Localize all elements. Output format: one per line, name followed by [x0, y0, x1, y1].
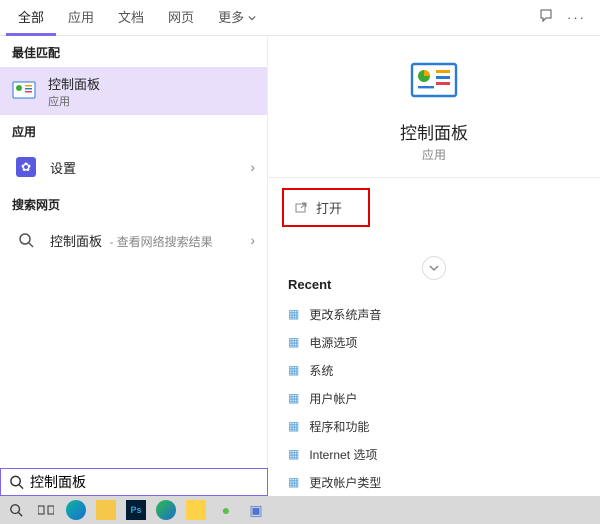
best-match-sub: 应用	[48, 93, 100, 109]
chevron-right-icon: ›	[250, 232, 255, 248]
wechat-icon[interactable]: ●	[216, 500, 236, 520]
recent-item-label: 程序和功能	[309, 418, 369, 435]
tab-all[interactable]: 全部	[6, 0, 56, 36]
panel-item-icon: ▦	[288, 419, 299, 433]
search-web-item[interactable]: 控制面板 - 查看网络搜索结果 ›	[0, 219, 267, 261]
search-web-label: 控制面板	[50, 234, 102, 249]
control-panel-icon	[10, 77, 38, 105]
tool-icon[interactable]: ▣	[246, 500, 266, 520]
tab-more-label: 更多	[218, 10, 244, 25]
best-match-title: 控制面板	[48, 74, 100, 93]
ps-icon[interactable]: Ps	[126, 500, 146, 520]
recent-item-label: 电源选项	[309, 334, 357, 351]
top-tabs: 全部 应用 文档 网页 更多 ···	[0, 0, 600, 36]
recent-list: ▦ 更改系统声音 ▦ 电源选项 ▦ 系统 ▦ 用户帐户 ▦ 程序和功能 ▦ Internet 选项 ▦ 更…	[268, 300, 600, 496]
open-label: 打开	[316, 198, 342, 217]
app1-icon[interactable]	[186, 500, 206, 520]
recent-item[interactable]: ▦ 电源选项	[268, 328, 600, 356]
panel-item-icon: ▦	[288, 447, 299, 461]
search-web-heading: 搜索网页	[0, 188, 267, 219]
details-title: 控制面板	[400, 119, 468, 144]
open-button[interactable]: 打开	[282, 188, 370, 227]
feedback-icon[interactable]	[539, 8, 555, 27]
details-panel: 控制面板 应用 打开 Recent ▦更改系统声音▦电源选项▦系统▦用户帐户▦程…	[268, 36, 600, 496]
chevron-down-icon	[248, 10, 256, 25]
explorer-icon[interactable]	[96, 500, 116, 520]
settings-label: 设置	[50, 158, 250, 177]
recent-item[interactable]: ▦ Internet 选项	[268, 440, 600, 468]
edge-icon[interactable]	[66, 500, 86, 520]
task-view-icon[interactable]	[36, 500, 56, 520]
tab-more[interactable]: 更多	[206, 0, 268, 36]
search-bar[interactable]	[0, 468, 268, 496]
recent-item-label: 更改帐户类型	[309, 474, 381, 491]
taskbar: Ps ● ▣	[0, 496, 600, 524]
search-icon	[12, 226, 40, 254]
apps-heading: 应用	[0, 115, 267, 146]
search-web-hint: - 查看网络搜索结果	[106, 235, 213, 249]
search-icon	[9, 474, 24, 490]
gear-icon: ✿	[16, 157, 36, 177]
best-match-item[interactable]: 控制面板 应用	[0, 67, 267, 115]
recent-item[interactable]: ▦ 程序和功能	[268, 412, 600, 440]
chevron-right-icon: ›	[250, 159, 255, 175]
best-match-heading: 最佳匹配	[0, 36, 267, 67]
browser-icon[interactable]	[156, 500, 176, 520]
search-input[interactable]	[24, 474, 259, 490]
recent-item[interactable]: ▦ 系统	[268, 356, 600, 384]
recent-item[interactable]: ▦ 更改系统声音	[268, 300, 600, 328]
recent-item-label: Internet 选项	[309, 446, 377, 463]
collapse-icon[interactable]	[422, 256, 446, 280]
recent-item[interactable]: ▦ 用户帐户	[268, 384, 600, 412]
recent-item-label: 用户帐户	[309, 390, 357, 407]
left-panel: 最佳匹配 控制面板 应用 应用 ✿ 设置 › 搜索网页 控制面板 - 查看网络搜…	[0, 36, 268, 496]
recent-item-label: 系统	[309, 362, 333, 379]
tab-web[interactable]: 网页	[156, 0, 206, 36]
recent-item-label: 更改系统声音	[309, 306, 381, 323]
control-panel-icon	[410, 58, 458, 109]
open-icon	[294, 201, 308, 215]
panel-item-icon: ▦	[288, 307, 299, 321]
tab-apps[interactable]: 应用	[56, 0, 106, 36]
panel-item-icon: ▦	[288, 363, 299, 377]
recent-item[interactable]: ▦ 更改帐户类型	[268, 468, 600, 496]
panel-item-icon: ▦	[288, 475, 299, 489]
search-icon[interactable]	[6, 500, 26, 520]
settings-item[interactable]: ✿ 设置 ›	[0, 146, 267, 188]
panel-item-icon: ▦	[288, 391, 299, 405]
details-sub: 应用	[422, 146, 446, 163]
tab-docs[interactable]: 文档	[106, 0, 156, 36]
panel-item-icon: ▦	[288, 335, 299, 349]
more-options-icon[interactable]: ···	[567, 10, 586, 25]
